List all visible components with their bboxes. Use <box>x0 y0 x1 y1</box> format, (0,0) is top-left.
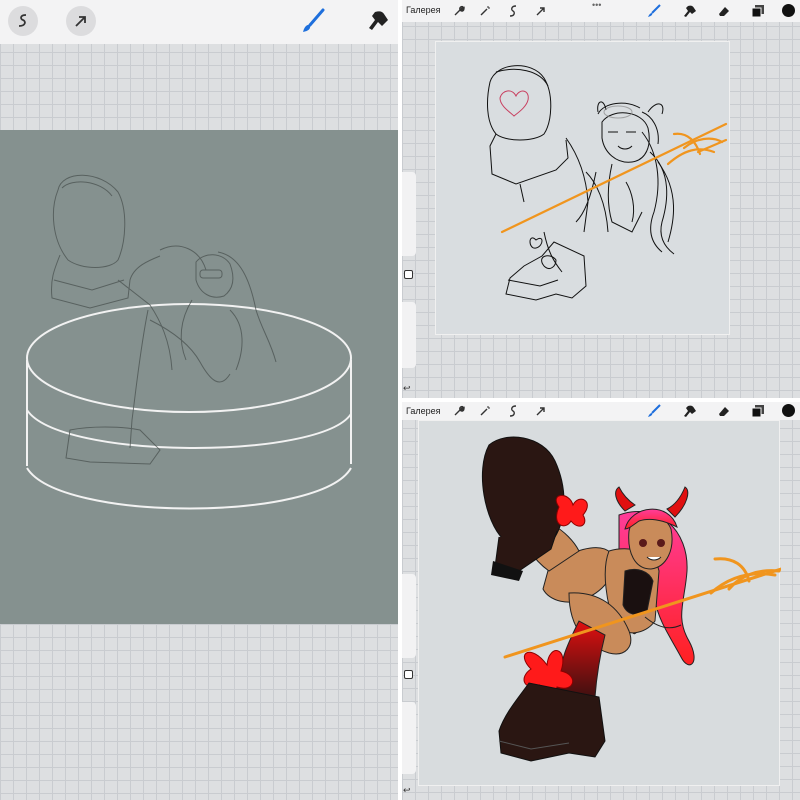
wrench-icon[interactable] <box>452 404 466 418</box>
smudge-icon[interactable] <box>682 403 698 419</box>
colored-canvas[interactable] <box>418 420 783 786</box>
brush-icon[interactable] <box>646 3 662 19</box>
adjustments-icon[interactable] <box>506 404 520 418</box>
brush-size-slider[interactable] <box>402 574 416 658</box>
pencil-sketch <box>26 174 352 510</box>
color-swatch[interactable] <box>782 404 795 417</box>
smudge-icon[interactable] <box>364 6 394 36</box>
undo-icon[interactable]: ↩ <box>403 785 411 796</box>
selection-arrow-icon[interactable] <box>534 4 548 18</box>
adjustments-icon[interactable] <box>8 6 38 36</box>
modify-button[interactable] <box>404 270 413 279</box>
brush-icon[interactable] <box>646 403 662 419</box>
color-swatch[interactable] <box>782 4 795 17</box>
magic-wand-icon[interactable] <box>478 4 492 18</box>
layers-icon[interactable] <box>750 3 766 19</box>
opacity-slider[interactable] <box>402 302 416 368</box>
selection-arrow-icon[interactable] <box>66 6 96 36</box>
more-dots[interactable]: ••• <box>592 0 601 10</box>
top-right-toolbar: Галерея ••• <box>402 0 800 22</box>
undo-icon[interactable]: ↩ <box>403 383 411 394</box>
eraser-icon[interactable] <box>716 3 732 19</box>
lineart-canvas[interactable] <box>435 41 730 335</box>
brush-size-slider[interactable] <box>402 172 416 256</box>
magic-wand-icon[interactable] <box>478 404 492 418</box>
selection-arrow-icon[interactable] <box>534 404 548 418</box>
opacity-slider[interactable] <box>402 702 416 774</box>
lineart-drawing <box>487 65 728 301</box>
left-workspace[interactable] <box>0 0 400 800</box>
brush-icon[interactable] <box>298 6 328 36</box>
smudge-icon[interactable] <box>682 3 698 19</box>
bottom-right-workspace[interactable]: Галерея ↩ <box>402 402 800 800</box>
top-right-workspace[interactable]: Галерея ••• ↩ <box>402 0 800 398</box>
colored-drawing <box>481 436 783 762</box>
left-toolbar <box>0 0 400 44</box>
bottom-right-toolbar: Галерея <box>402 402 800 420</box>
eraser-icon[interactable] <box>716 403 732 419</box>
gallery-button[interactable]: Галерея <box>406 406 441 416</box>
layers-icon[interactable] <box>750 403 766 419</box>
gallery-button[interactable]: Галерея <box>406 5 441 15</box>
adjustments-icon[interactable] <box>506 4 520 18</box>
modify-button[interactable] <box>404 670 413 679</box>
sketch-canvas[interactable] <box>0 130 400 624</box>
wrench-icon[interactable] <box>452 4 466 18</box>
